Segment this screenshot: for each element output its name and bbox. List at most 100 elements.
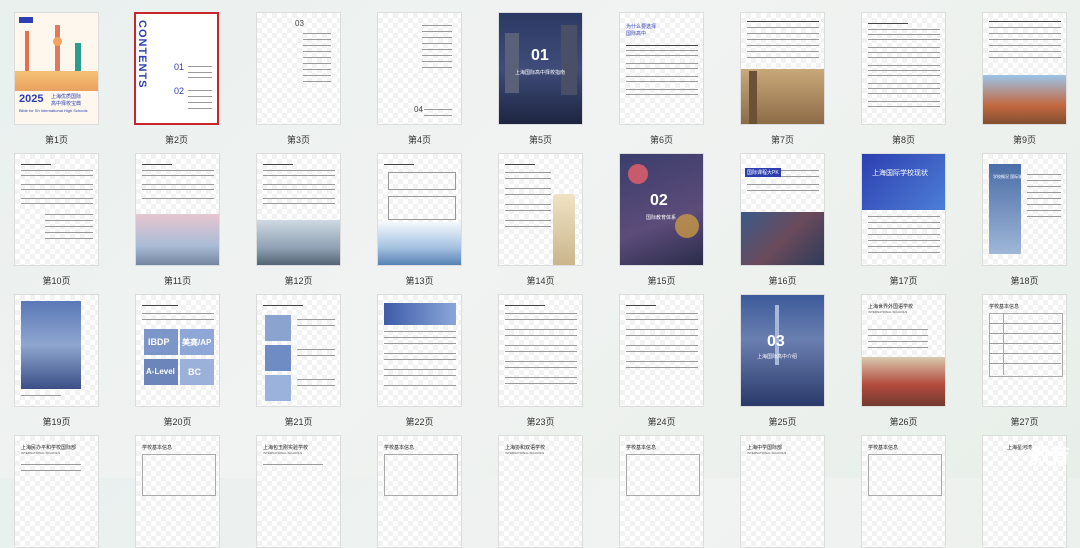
page-31[interactable]: 学校基本信息 [377,435,462,548]
page-thumbnail[interactable]: 学校基本信息 [619,435,704,548]
school-subtitle: INTERNATIONAL SCHOOLS [747,451,787,455]
page-thumbnail[interactable]: 上海世界外国语学校 INTERNATIONAL SCHOOLS [861,294,946,407]
school-title: 上海协和双语学校 [505,445,546,451]
info-title: 学校基本信息 [142,445,173,451]
page-17[interactable]: 上海国际学校现状 第17页 [861,153,946,287]
page-label: 第16页 [768,276,797,286]
cover-title: 上海优质国际 [51,94,82,100]
page-label: 第18页 [1010,276,1039,286]
page-thumbnail[interactable]: 学校基本信息 [135,435,220,548]
contents-heading: CONTENTS [136,20,148,89]
page-thumbnail[interactable]: 学校基本信息 [377,435,462,548]
info-title: 学校基本信息 [384,445,415,451]
page-label: 第10页 [42,276,71,286]
page-thumbnail[interactable]: 上海中学国际部 INTERNATIONAL SCHOOLS [740,435,825,548]
page-32[interactable]: 上海协和双语学校 INTERNATIONAL SCHOOLS [498,435,583,548]
page-thumbnail[interactable]: 为什么要选择 国际高中 [619,12,704,125]
page-thumbnail[interactable] [135,153,220,266]
page-23[interactable]: 第23页 [498,294,583,428]
page-thumbnail[interactable] [377,153,462,266]
page-label: 第20页 [163,417,192,427]
page-thumbnail[interactable]: 03 [256,12,341,125]
page-35[interactable]: 学校基本信息 [861,435,946,548]
page-thumbnail[interactable] [377,294,462,407]
page-label: 第24页 [647,417,676,427]
page-7[interactable]: 第7页 [740,12,825,146]
page-label: 第5页 [528,135,552,145]
school-title: 上海包玉刚实验学校 [263,445,309,451]
page-thumbnail-selected[interactable]: CONTENTS 01 02 [134,12,219,125]
page-5[interactable]: 01 上海国际高中择校指南 第5页 [498,12,583,146]
page-25[interactable]: 03 上海国际高中介绍 第25页 [740,294,825,428]
page-6[interactable]: 为什么要选择 国际高中 第6页 [619,12,704,146]
page-8[interactable]: 第8页 [861,12,946,146]
page-thumbnail[interactable] [14,153,99,266]
page-thumbnail[interactable] [498,153,583,266]
page-thumbnail[interactable] [619,294,704,407]
page-thumbnail[interactable]: 上海协和双语学校 INTERNATIONAL SCHOOLS [498,435,583,548]
page-22[interactable]: 第22页 [377,294,462,428]
page-label: 第25页 [768,417,797,427]
page-26[interactable]: 上海世界外国语学校 INTERNATIONAL SCHOOLS 第26页 [861,294,946,428]
page-27[interactable]: 学校基本信息 第27页 [982,294,1067,428]
page-thumbnail[interactable]: 04 [377,12,462,125]
page-thumbnail[interactable]: 03 上海国际高中介绍 [740,294,825,407]
page-thumbnail[interactable] [256,294,341,407]
page-thumbnail[interactable]: 上海民办平和学校国际部 INTERNATIONAL SCHOOLS [14,435,99,548]
page-11[interactable]: 第11页 [135,153,220,287]
page-thumbnail[interactable]: 2025 上海优质国际 高中择校宝典 Bible for Sh Internat… [14,12,99,125]
page-33[interactable]: 学校基本信息 [619,435,704,548]
page-thumbnail[interactable]: 上海包玉刚实验学校 INTERNATIONAL SCHOOLS [256,435,341,548]
section-number: 02 [650,192,668,209]
page-9[interactable]: 第9页 [982,12,1067,146]
page-thumbnail[interactable]: 01 上海国际高中择校指南 [498,12,583,125]
page-thumbnail[interactable]: 学校概况 国际课程 [982,153,1067,266]
page-label: 第27页 [1010,417,1039,427]
page-thumbnail[interactable] [861,12,946,125]
section-number: 03 [767,333,785,350]
page-thumbnail[interactable] [982,12,1067,125]
page-12[interactable]: 第12页 [256,153,341,287]
page-thumbnail[interactable] [740,12,825,125]
page-10[interactable]: 第10页 [14,153,99,287]
page-24[interactable]: 第24页 [619,294,704,428]
page-label: 第14页 [526,276,555,286]
page-thumbnail[interactable] [14,294,99,407]
contents-num-3: 03 [295,19,304,28]
page-15[interactable]: 02 国际教育体系 第15页 [619,153,704,287]
page-thumbnail[interactable] [256,153,341,266]
page-label: 第9页 [1012,135,1036,145]
page-28[interactable]: 上海民办平和学校国际部 INTERNATIONAL SCHOOLS [14,435,99,548]
page-thumbnail[interactable]: 上海国际学校现状 [861,153,946,266]
page-label: 第3页 [286,135,310,145]
page-1[interactable]: 2025 上海优质国际 高中择校宝典 Bible for Sh Internat… [14,12,99,146]
page-thumbnail[interactable]: 02 国际教育体系 [619,153,704,266]
page-21[interactable]: 第21页 [256,294,341,428]
page-4[interactable]: 04 第4页 [377,12,462,146]
page-label: 第4页 [407,135,431,145]
page-29[interactable]: 学校基本信息 [135,435,220,548]
page-30[interactable]: 上海包玉刚实验学校 INTERNATIONAL SCHOOLS [256,435,341,548]
contents-num-4: 04 [414,105,423,114]
page-14[interactable]: 第14页 [498,153,583,287]
school-subtitle: INTERNATIONAL SCHOOLS [263,451,303,455]
page-20[interactable]: IBDP 美高/AP A-Level BC 第20页 [135,294,220,428]
page-thumbnail[interactable]: 学校基本信息 [982,294,1067,407]
page-3[interactable]: 03 第3页 [256,12,341,146]
school-subtitle: INTERNATIONAL SCHOOLS [505,451,545,455]
page-13[interactable]: 第13页 [377,153,462,287]
contents-num-1: 01 [174,62,185,72]
page-label: 第22页 [405,417,434,427]
page-34[interactable]: 上海中学国际部 INTERNATIONAL SCHOOLS [740,435,825,548]
page-18[interactable]: 学校概况 国际课程 第18页 [982,153,1067,287]
page-label: 第26页 [889,417,918,427]
page-16[interactable]: 国际课程大PK 第16页 [740,153,825,287]
page-thumbnail[interactable] [498,294,583,407]
page-2[interactable]: CONTENTS 01 02 第2页 [134,12,219,146]
page-thumbnail[interactable]: IBDP 美高/AP A-Level BC [135,294,220,407]
page-19[interactable]: 第19页 [14,294,99,428]
school-title: 上海星河湾 [1007,445,1033,451]
page-heading-box: 国际课程大PK [745,168,781,177]
page-thumbnail[interactable]: 学校基本信息 [861,435,946,548]
page-thumbnail[interactable]: 国际课程大PK [740,153,825,266]
